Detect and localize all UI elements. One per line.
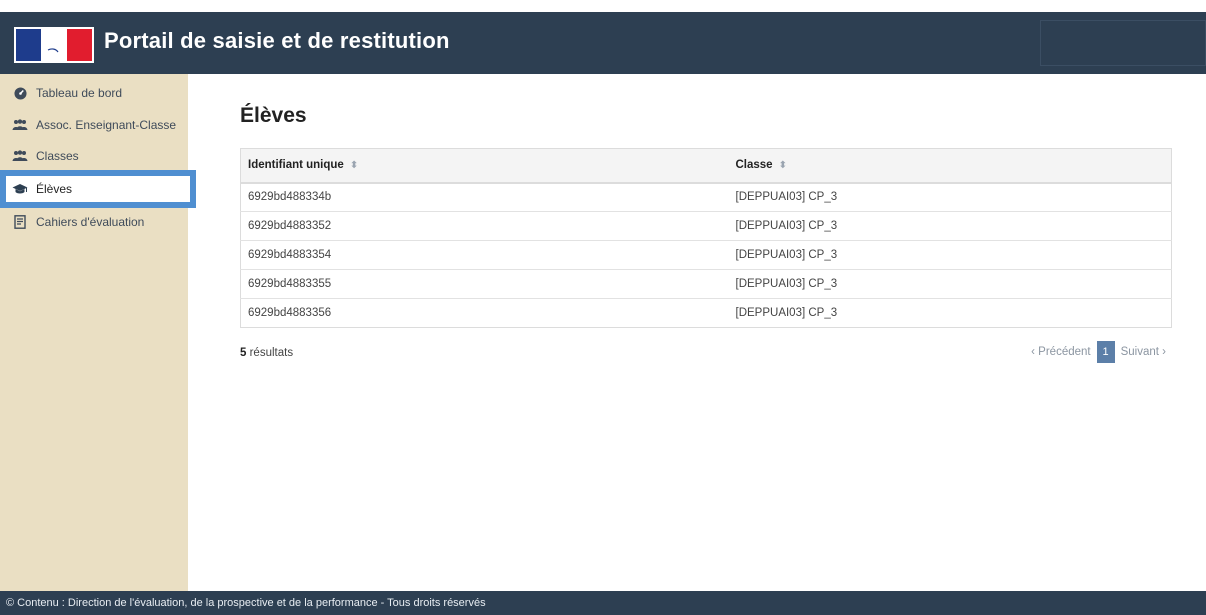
- sidebar-item-label: Assoc. Enseignant-Classe: [36, 118, 177, 132]
- next-page-link[interactable]: Suivant ›: [1115, 346, 1172, 358]
- cell-classe: [DEPPUAI03] CP_3: [728, 211, 1172, 241]
- footer-copyright: © Contenu : Direction de l'évaluation, d…: [6, 597, 486, 609]
- sidebar-item-eleves[interactable]: Élèves: [0, 176, 188, 202]
- dashboard-icon: [12, 85, 28, 101]
- previous-page-link[interactable]: ‹ Précédent: [1025, 346, 1096, 358]
- sort-icon[interactable]: ⬍: [350, 160, 358, 171]
- cell-identifiant: 6929bd4883356: [240, 298, 729, 328]
- results-label: résultats: [246, 347, 294, 359]
- cell-classe: [DEPPUAI03] CP_3: [728, 298, 1172, 328]
- sidebar-item-label: Classes: [36, 149, 79, 163]
- main-content: Élèves Identifiant unique ⬍ Classe ⬍ 6929b…: [188, 74, 1206, 591]
- table-row[interactable]: 6929bd4883352 [DEPPUAI03] CP_3: [240, 211, 1172, 241]
- sidebar-item-tableau-de-bord[interactable]: Tableau de bord: [0, 80, 188, 106]
- results-count: 5 résultats: [240, 347, 293, 359]
- sidebar-item-cahiers-evaluation[interactable]: Cahiers d'évaluation: [0, 209, 188, 235]
- document-icon: [12, 214, 28, 230]
- sidebar: Tableau de bord Assoc. Enseignant-Classe…: [0, 74, 188, 591]
- sort-icon[interactable]: ⬍: [779, 160, 787, 171]
- sidebar-item-label: Tableau de bord: [36, 86, 123, 100]
- cell-classe: [DEPPUAI03] CP_3: [728, 182, 1172, 212]
- app-header: Portail de saisie et de restitution: [0, 12, 1206, 74]
- cell-identifiant: 6929bd4883354: [240, 240, 729, 270]
- table-row[interactable]: 6929bd4883356 [DEPPUAI03] CP_3: [240, 298, 1172, 328]
- cell-identifiant: 6929bd4883352: [240, 211, 729, 241]
- students-table: Identifiant unique ⬍ Classe ⬍ 6929bd488334…: [240, 148, 1172, 328]
- cell-classe: [DEPPUAI03] CP_3: [728, 240, 1172, 270]
- current-page-button[interactable]: 1: [1096, 341, 1115, 363]
- column-header-classe[interactable]: Classe ⬍: [728, 148, 1172, 184]
- cell-classe: [DEPPUAI03] CP_3: [728, 269, 1172, 299]
- republique-francaise-logo: [14, 27, 94, 63]
- table-row[interactable]: 6929bd488334b [DEPPUAI03] CP_3: [240, 182, 1172, 212]
- sidebar-item-label: Élèves: [36, 182, 73, 196]
- column-header-identifiant[interactable]: Identifiant unique ⬍: [240, 148, 729, 184]
- table-header-row: Identifiant unique ⬍ Classe ⬍: [240, 148, 1172, 184]
- cell-identifiant: 6929bd4883355: [240, 269, 729, 299]
- sidebar-item-label: Cahiers d'évaluation: [36, 215, 145, 229]
- cell-identifiant: 6929bd488334b: [240, 182, 729, 212]
- pagination: ‹ Précédent 1 Suivant ›: [1025, 341, 1172, 363]
- users-icon: [12, 117, 28, 133]
- table-row[interactable]: 6929bd4883354 [DEPPUAI03] CP_3: [240, 240, 1172, 270]
- users-icon: [12, 148, 28, 164]
- app-title: Portail de saisie et de restitution: [104, 28, 450, 53]
- graduation-cap-icon: [12, 181, 28, 197]
- sidebar-item-classes[interactable]: Classes: [0, 143, 188, 169]
- table-row[interactable]: 6929bd4883355 [DEPPUAI03] CP_3: [240, 269, 1172, 299]
- sidebar-item-assoc-enseignant-classe[interactable]: Assoc. Enseignant-Classe: [0, 112, 188, 138]
- page-title: Élèves: [240, 104, 307, 127]
- footer: © Contenu : Direction de l'évaluation, d…: [0, 591, 1206, 615]
- header-user-area[interactable]: [1040, 20, 1206, 66]
